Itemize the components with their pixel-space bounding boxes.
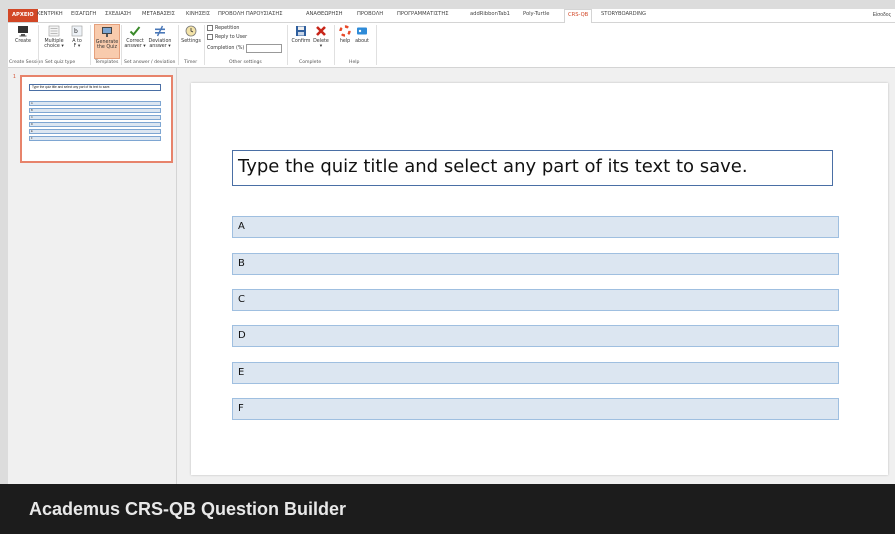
lifebuoy-icon: [338, 24, 352, 38]
thumbnail-option: A: [29, 101, 161, 106]
completion-field: Completion (%): [207, 44, 283, 53]
outer-frame-top: [0, 0, 895, 9]
quiz-title-textbox[interactable]: Type the quiz title and select any part …: [232, 150, 833, 186]
multiple-choice-button[interactable]: Multiple choice ▾: [42, 24, 66, 49]
repetition-checkbox[interactable]: Repetition: [207, 25, 239, 31]
powerpoint-window: ΑΡΧΕΙΟ ΚΕΝΤΡΙΚΗ ΕΙΣΑΓΩΓΗ ΣΧΕΔΙΑΣΗ ΜΕΤΑΒΑ…: [8, 9, 895, 484]
group-divider: [287, 25, 288, 65]
info-card-icon: [355, 24, 369, 38]
about-button[interactable]: about: [354, 24, 370, 44]
thumbnail-title: Type the quiz title and select any part …: [29, 84, 161, 91]
deviation-answer-button[interactable]: Deviation answer ▾: [147, 24, 173, 49]
thumbnail-option: F: [29, 136, 161, 141]
tab-transitions[interactable]: ΜΕΤΑΒΑΣΕΙΣ: [142, 11, 175, 17]
group-label-help: Help: [349, 60, 360, 65]
timer-settings-button[interactable]: Settings: [180, 24, 202, 44]
thumbnail-option: C: [29, 115, 161, 120]
thumbnail-option: B: [29, 108, 161, 113]
answer-option-d[interactable]: D: [232, 325, 839, 347]
confirm-button[interactable]: Confirm: [290, 24, 312, 44]
answer-option-b[interactable]: B: [232, 253, 839, 275]
clock-icon: [184, 24, 198, 38]
monitor-icon: [16, 24, 30, 38]
ab-letters-icon: b: [70, 24, 84, 38]
group-divider: [178, 25, 179, 65]
thumbnail-option: E: [29, 129, 161, 134]
answer-option-c[interactable]: C: [232, 289, 839, 311]
group-label-set-answer: Set answer / deviation: [124, 60, 176, 65]
answer-option-a[interactable]: A: [232, 216, 839, 238]
thumbnail-option: D: [29, 122, 161, 127]
outer-frame-left: [0, 9, 8, 484]
group-divider: [334, 25, 335, 65]
tab-review[interactable]: ΑΝΑΘΕΩΡΗΣΗ: [306, 11, 343, 17]
group-divider: [376, 25, 377, 65]
caption-title: Academus CRS-QB Question Builder: [29, 499, 347, 519]
group-label-timer: Timer: [184, 60, 198, 65]
generate-quiz-button[interactable]: Generate the Quiz: [94, 24, 120, 59]
ribbon-tab-strip: ΑΡΧΕΙΟ ΚΕΝΤΡΙΚΗ ΕΙΣΑΓΩΓΗ ΣΧΕΔΙΑΣΗ ΜΕΤΑΒΑ…: [8, 9, 895, 24]
tab-addribbontab1[interactable]: addRibbonTab1: [470, 11, 510, 17]
tab-insert[interactable]: ΕΙΣΑΓΩΓΗ: [71, 11, 96, 17]
slide-number: 1: [13, 74, 16, 80]
help-button[interactable]: help: [337, 24, 353, 44]
tab-animations[interactable]: ΚΙΝΗΣΕΙΣ: [186, 11, 210, 17]
group-label-set-quiz-type: Set quiz type: [45, 60, 76, 65]
tab-view[interactable]: ΠΡΟΒΟΛΗ: [357, 11, 383, 17]
reply-to-user-checkbox[interactable]: Reply to User: [207, 34, 247, 40]
tab-storyboarding[interactable]: STORYBOARDING: [601, 11, 646, 17]
presentation-icon: [100, 25, 114, 39]
a-to-f-button[interactable]: b A to F ▾: [68, 24, 86, 49]
delete-button[interactable]: Delete ▾: [312, 24, 330, 49]
not-equal-icon: [153, 24, 167, 38]
group-divider: [204, 25, 205, 65]
completion-input[interactable]: [246, 44, 283, 53]
list-icon: [47, 24, 61, 38]
tab-file[interactable]: ΑΡΧΕΙΟ: [8, 9, 38, 22]
slide-thumbnail[interactable]: Type the quiz title and select any part …: [20, 75, 173, 163]
group-divider: [38, 25, 39, 65]
tab-slideshow[interactable]: ΠΡΟΒΟΛΗ ΠΑΡΟΥΣΙΑΣΗΣ: [218, 11, 283, 17]
caption-bar: Academus CRS-QB Question Builder: [0, 484, 895, 534]
create-button[interactable]: Create: [12, 24, 34, 44]
svg-text:b: b: [74, 28, 78, 35]
group-label-other-settings: Other settings: [229, 60, 262, 65]
group-divider: [90, 25, 91, 65]
correct-answer-button[interactable]: Correct answer ▾: [124, 24, 146, 49]
checkmark-icon: [128, 24, 142, 38]
group-label-templates: Templates: [95, 60, 119, 65]
group-divider: [121, 25, 122, 65]
tab-home[interactable]: ΚΕΝΤΡΙΚΗ: [37, 11, 63, 17]
save-disk-icon: [294, 24, 308, 38]
signin-link[interactable]: Είσοδος: [873, 12, 891, 18]
slide-canvas: Type the quiz title and select any part …: [191, 83, 888, 475]
answer-option-e[interactable]: E: [232, 362, 839, 384]
crs-qb-ribbon: Create Create Session Multiple choice ▾ …: [8, 23, 895, 68]
tab-crs-qb[interactable]: CRS-QB: [564, 9, 593, 24]
slide-editing-area: Type the quiz title and select any part …: [177, 68, 895, 484]
tab-developer[interactable]: ΠΡΟΓΡΑΜΜΑΤΙΣΤΗΣ: [397, 11, 449, 17]
tab-poly-turtle[interactable]: Poly-Turtle: [523, 11, 549, 17]
group-label-complete: Complete: [299, 60, 322, 65]
red-x-icon: [314, 24, 328, 38]
tab-design[interactable]: ΣΧΕΔΙΑΣΗ: [105, 11, 131, 17]
slide-thumbnail-pane: 1 Type the quiz title and select any par…: [8, 68, 177, 484]
answer-option-f[interactable]: F: [232, 398, 839, 420]
